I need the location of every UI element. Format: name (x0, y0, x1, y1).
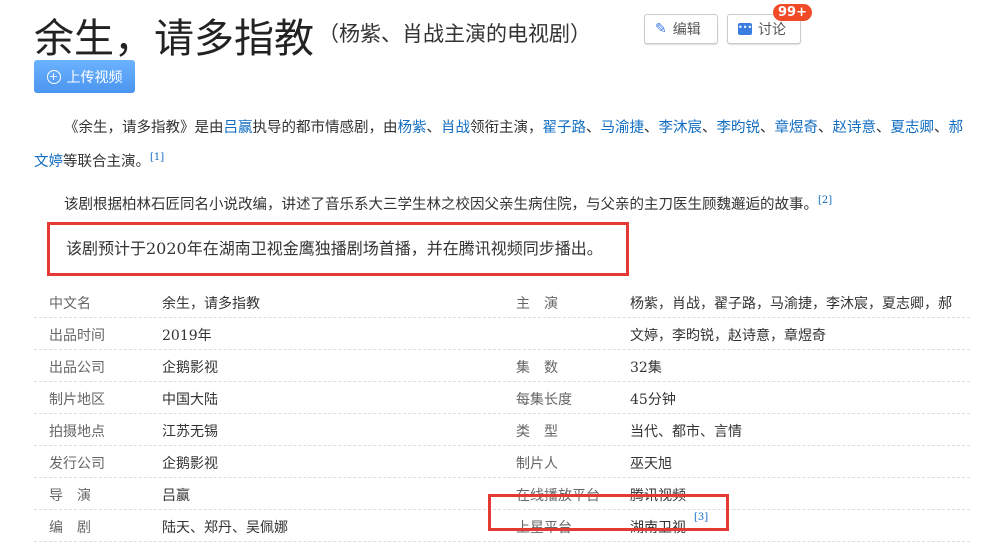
person-link[interactable]: 夏志卿 (891, 120, 935, 136)
info-label: 编 剧 (49, 520, 91, 536)
pencil-icon: ✎ (655, 21, 667, 37)
intro-text: 、 (818, 120, 833, 136)
info-value: 2019年 (162, 328, 212, 344)
info-row: 拍摄地点 江苏无锡 类 型 当代、都市、言情 (34, 414, 970, 446)
info-label: 制片人 (516, 456, 558, 472)
plus-circle-icon: + (46, 69, 61, 84)
info-row: 出品公司 企鹅影视 集 数 32集 (34, 350, 970, 382)
discuss-count-badge: 99+ (773, 4, 812, 21)
person-link[interactable]: 李沐宸 (659, 120, 703, 136)
upload-video-button[interactable]: + 上传视频 (34, 60, 135, 93)
person-link[interactable]: 马渝捷 (601, 120, 645, 136)
info-row: 制片地区 中国大陆 每集长度 45分钟 (34, 382, 970, 414)
info-label: 拍摄地点 (49, 424, 105, 440)
intro-text: 、 (426, 120, 442, 136)
reference-2[interactable]: [2] (818, 195, 832, 206)
info-label: 出品公司 (49, 360, 105, 376)
upload-label: 上传视频 (66, 69, 123, 86)
info-value: 企鹅影视 (162, 360, 218, 376)
info-value: 吕赢 (162, 488, 190, 504)
broadcast-paragraph: 该剧预计于2020年在湖南卫视金鹰独播剧场首播，并在腾讯视频同步播出。 (66, 239, 603, 258)
info-row: 中文名 余生，请多指教 主 演 杨紫，肖战，翟子路，马渝捷，李沐宸，夏志卿，郝 (34, 286, 970, 318)
person-link[interactable]: 吕赢 (224, 120, 253, 136)
intro-text: 、 (702, 120, 717, 136)
edit-label: 编辑 (672, 22, 701, 38)
intro-text: 等联合主演。 (63, 153, 150, 170)
info-value: 陆天、郑丹、吴佩娜 (162, 520, 288, 536)
info-row: 出品时间 2019年 文婷，李昀锐，赵诗意，章煜奇 (34, 318, 970, 350)
info-value: 江苏无锡 (162, 424, 218, 440)
chat-icon: ••• (738, 23, 752, 35)
plot-paragraph: 该剧根据柏林石匠同名小说改编，讲述了音乐系大三学生林之校因父亲生病住院，与父亲的… (34, 186, 964, 220)
info-label: 中文名 (49, 296, 91, 312)
person-link[interactable]: 肖战 (441, 120, 470, 136)
page-subtitle: （杨紫、肖战主演的电视剧） (318, 22, 591, 46)
intro-text: 执导的都市情感剧，由 (252, 120, 398, 136)
info-label: 每集长度 (516, 392, 572, 408)
info-value: 余生，请多指教 (162, 296, 260, 312)
intro-text: 领衔主演， (470, 120, 543, 136)
info-label: 出品时间 (49, 328, 105, 344)
intro-text: 《余生，请多指教》是由 (64, 120, 224, 136)
info-row: 发行公司 企鹅影视 制片人 巫天旭 (34, 446, 970, 478)
info-value: 32集 (630, 360, 662, 376)
intro-text: 、 (760, 120, 775, 136)
edit-button[interactable]: ✎ 编辑 (644, 14, 718, 44)
info-label: 集 数 (516, 360, 558, 376)
person-link[interactable]: 翟子路 (543, 120, 587, 136)
info-value: 45分钟 (630, 392, 676, 408)
info-label: 主 演 (516, 296, 558, 312)
person-link[interactable]: 章煜奇 (775, 120, 819, 136)
info-value: 巫天旭 (630, 456, 672, 472)
discuss-label: 讨论 (758, 22, 786, 38)
reference-1[interactable]: [1] (150, 152, 164, 163)
info-value: 文婷，李昀锐，赵诗意，章煜奇 (630, 328, 826, 344)
info-value: 企鹅影视 (162, 456, 218, 472)
person-link[interactable]: 李昀锐 (717, 120, 761, 136)
info-label: 发行公司 (49, 456, 105, 472)
intro-text: 、 (876, 120, 891, 136)
info-label: 导 演 (49, 488, 91, 504)
info-value: 杨紫，肖战，翟子路，马渝捷，李沐宸，夏志卿，郝 (630, 296, 952, 312)
person-link[interactable]: 杨紫 (398, 120, 427, 136)
info-value: 中国大陆 (162, 392, 218, 408)
intro-text: 、 (644, 120, 659, 136)
info-label: 类 型 (516, 424, 558, 440)
info-value: 当代、都市、言情 (630, 424, 742, 440)
page-title: 余生，请多指教 (34, 16, 314, 62)
plot-text: 该剧根据柏林石匠同名小说改编，讲述了音乐系大三学生林之校因父亲生病住院，与父亲的… (64, 196, 818, 213)
person-link[interactable]: 赵诗意 (833, 120, 877, 136)
intro-text: 、 (586, 120, 601, 136)
intro-text: 、 (934, 120, 949, 136)
intro-paragraph: 《余生，请多指教》是由吕赢执导的都市情感剧，由杨紫、肖战领衔主演，翟子路、马渝捷… (34, 114, 964, 177)
highlight-box-platform (488, 494, 729, 531)
info-label: 制片地区 (49, 392, 105, 408)
